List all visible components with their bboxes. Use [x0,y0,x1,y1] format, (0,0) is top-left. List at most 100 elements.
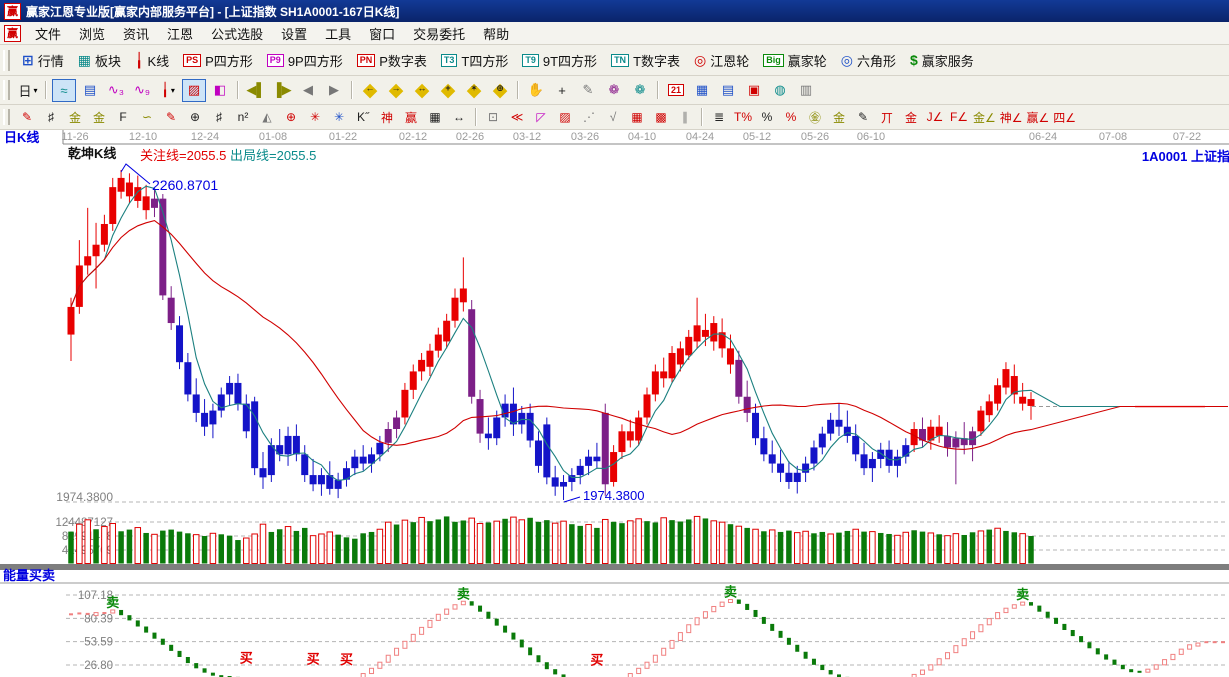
color-volume-button[interactable]: ◧ [208,79,232,102]
gann-wheel-button[interactable]: ◎江恩轮 [687,48,756,72]
window-box-tool[interactable]: ⊡ [482,107,504,127]
pen-tool[interactable]: ✎ [160,107,182,127]
gold-line-tool[interactable]: 金 [828,107,850,127]
winner-service-button[interactable]: $赢家服务 [903,48,981,72]
diamond-compress-button[interactable]: ◆+ [436,79,460,102]
f-angle-tool[interactable]: F∠ [948,107,970,127]
p9-square-button[interactable]: P99P四方形 [260,48,350,72]
next-button[interactable]: ▶ [322,79,346,102]
wave-3-button[interactable]: ∿₃ [104,79,128,102]
go-last-button[interactable]: ▐▶ [270,79,294,102]
qiankun-kline-toggle[interactable]: ≈ [52,79,76,102]
menu-item-gann[interactable]: 江恩 [158,24,202,43]
percent-t-tool[interactable]: T% [732,107,754,127]
winner-wheel-button[interactable]: Big赢家轮 [756,48,834,72]
t-square-button[interactable]: T3T四方形 [434,48,515,72]
web-export-button[interactable]: ◍ [768,79,792,102]
brush-tool[interactable]: ✎ [16,107,38,127]
menu-item-trade[interactable]: 交易委托 [404,24,474,43]
check-wave-tool[interactable]: √ [602,107,624,127]
gold-angle2-tool[interactable]: 金∠ [972,107,997,127]
open-line-tool[interactable]: 丌 [876,107,898,127]
red-grid2-tool[interactable]: ▩ [650,107,672,127]
period-day-dropdown[interactable]: 日▾ [16,79,40,102]
kline-chart[interactable]: 11-2612-1012-2401-0801-2202-1202-2603-12… [0,130,1229,677]
si-angle-tool[interactable]: 四∠ [1052,107,1077,127]
diamond-hfit-button[interactable]: ◆↔ [410,79,434,102]
golden-ratio-tool[interactable]: 金 [88,107,110,127]
crosshair-tool-button[interactable]: + [550,79,574,102]
diamond-shrink-button[interactable]: ◆← [358,79,382,102]
time-ruler-tool[interactable]: ♯ [208,107,230,127]
golden-section-tool[interactable]: 金 [64,107,86,127]
menu-item-formula-picker[interactable]: 公式选股 [202,24,272,43]
menu-item-browse[interactable]: 浏览 [70,24,114,43]
gann-brain-purple-button[interactable]: ❁ [602,79,626,102]
diamond-full-button[interactable]: ◆⊕ [488,79,512,102]
diamond-star-button[interactable]: ◆✶ [462,79,486,102]
save-button[interactable]: ▣ [742,79,766,102]
spiral-tool[interactable]: ∽ [136,107,158,127]
pen-one-tool[interactable]: ✎ [852,107,874,127]
p-number-button[interactable]: PNP数字表 [350,48,434,72]
hand-tool-button-icon: ✋ [528,82,544,98]
angle-tool[interactable]: ◭ [256,107,278,127]
gann-brain-teal-button[interactable]: ❁ [628,79,652,102]
prev-button[interactable]: ◀ [296,79,320,102]
pattern-mark-button[interactable]: ▨ [182,79,206,102]
menu-item-tools[interactable]: 工具 [316,24,360,43]
n-square-tool[interactable]: n² [232,107,254,127]
percent-tool[interactable]: % [756,107,778,127]
red-grid-tool[interactable]: ▦ [626,107,648,127]
number-grid-tool[interactable]: ▦ [424,107,446,127]
indicator-title[interactable]: 能量买卖 [3,568,55,583]
kline-style-dropdown[interactable]: ╽▾ [156,79,180,102]
kline-button[interactable]: ╽K线 [128,48,176,72]
gann-ruler-tool[interactable]: ♯ [40,107,62,127]
gold-angle-tool[interactable]: 金 [900,107,922,127]
ying-angle-tool[interactable]: 赢∠ [1026,107,1051,127]
hexagon-button[interactable]: ◎六角形 [834,48,903,72]
ray-fan-tool[interactable]: ≪ [506,107,528,127]
period-tab[interactable]: 日K线 [4,130,39,145]
t-number-button[interactable]: TNT数字表 [604,48,687,72]
width-measure-tool[interactable]: ↔ [448,107,470,127]
k-mark-tool[interactable]: K˝ [352,107,374,127]
go-first-button[interactable]: ◀▌ [244,79,268,102]
print-button[interactable]: ▥ [794,79,818,102]
spiderweb-blue-tool[interactable]: ✳ [328,107,350,127]
menu-item-settings[interactable]: 设置 [272,24,316,43]
bars-tool[interactable]: ≣ [708,107,730,127]
sector-button[interactable]: ▦板块 [71,48,128,72]
draw-note-button[interactable]: ✎ [576,79,600,102]
gold-circle-tool[interactable]: ㊎ [804,107,826,127]
info-view-button[interactable]: ▤ [78,79,102,102]
gann-circle-tool[interactable]: ⊕ [280,107,302,127]
calendar-button[interactable]: 21 [664,79,688,102]
wave-9-button[interactable]: ∿₉ [130,79,154,102]
quote-button[interactable]: ⊞行情 [15,48,71,72]
p-square-button[interactable]: PSP四方形 [176,48,260,72]
shen-grid-tool[interactable]: 神 [376,107,398,127]
fan-grid-tool[interactable]: ◸ [530,107,552,127]
shen-angle-tool[interactable]: 神∠ [999,107,1024,127]
slash-tool[interactable]: ∥ [674,107,696,127]
j-angle-tool[interactable]: J∠ [924,107,946,127]
percent-line-tool[interactable]: % [780,107,802,127]
menu-item-window[interactable]: 窗口 [360,24,404,43]
trend-lines-tool[interactable]: ⋰ [578,107,600,127]
ying-grid-tool[interactable]: 赢 [400,107,422,127]
menu-item-news[interactable]: 资讯 [114,24,158,43]
cycle-circle-tool[interactable]: ⊕ [184,107,206,127]
report-button[interactable]: ▤ [716,79,740,102]
diamond-expand-button[interactable]: ◆→ [384,79,408,102]
t9-square-button[interactable]: T99T四方形 [515,48,604,72]
spiderweb-tool[interactable]: ✳ [304,107,326,127]
menu-item-file[interactable]: 文件 [26,24,70,43]
shade-box-tool[interactable]: ▨ [554,107,576,127]
menu-item-help[interactable]: 帮助 [474,24,518,43]
fib-tool[interactable]: F [112,107,134,127]
pane-divider[interactable] [0,564,1229,570]
hand-tool-button[interactable]: ✋ [524,79,548,102]
calculator-button[interactable]: ▦ [690,79,714,102]
